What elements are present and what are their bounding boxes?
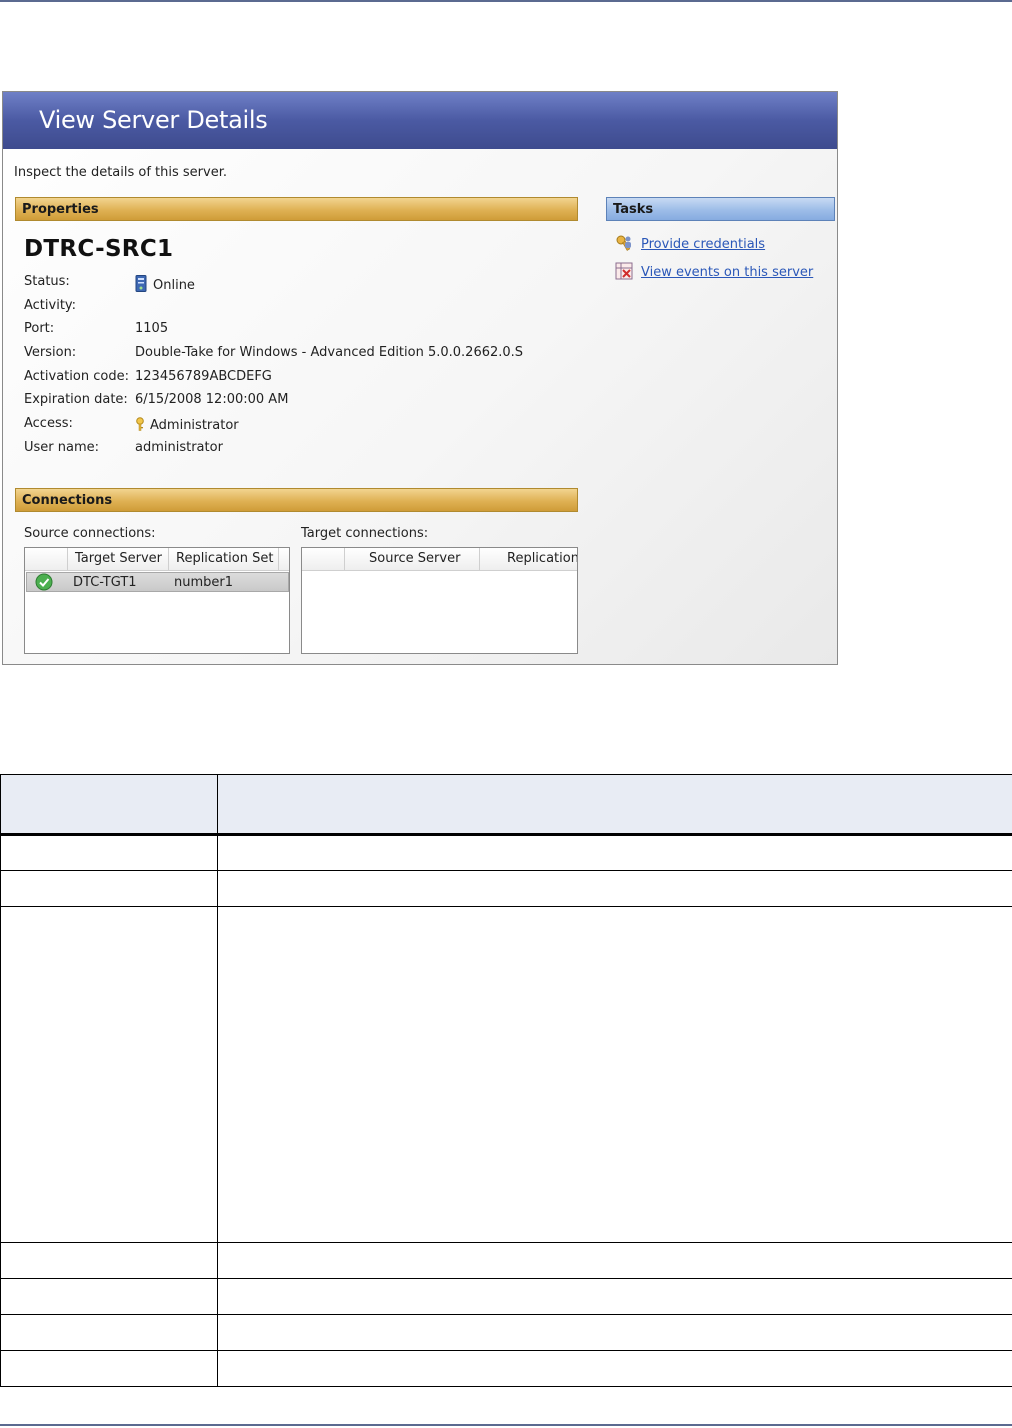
column-separator <box>278 548 279 570</box>
source-connections-label: Source connections: <box>24 526 156 541</box>
table-row <box>0 870 1012 907</box>
view-events-link[interactable]: View events on this server <box>641 265 813 280</box>
access-text: Administrator <box>150 418 239 433</box>
document-table <box>0 774 1012 1387</box>
window-header: View Server Details <box>3 92 837 149</box>
credentials-icon <box>616 235 631 251</box>
target-grid-header: Source Server Replication <box>302 548 577 571</box>
table-cell <box>217 1278 1012 1315</box>
port-label: Port: <box>24 321 55 336</box>
events-icon <box>615 262 633 280</box>
window-subtitle: Inspect the details of this server. <box>14 165 227 180</box>
expiration-date-value: 6/15/2008 12:00:00 AM <box>135 392 289 407</box>
table-header-cell <box>217 774 1012 836</box>
column-header-source-server[interactable]: Source Server <box>369 551 460 566</box>
user-name-value: administrator <box>135 440 223 455</box>
properties-header: Properties <box>15 197 578 221</box>
target-connections-grid[interactable]: Source Server Replication <box>301 547 578 654</box>
table-cell <box>0 1242 218 1279</box>
task-provide-credentials[interactable]: Provide credentials <box>615 234 765 252</box>
column-header-replication[interactable]: Replication <box>507 551 577 566</box>
version-label: Version: <box>24 345 77 360</box>
table-cell <box>0 1314 218 1351</box>
table-header-cell <box>0 774 218 836</box>
table-cell <box>217 1350 1012 1387</box>
activation-code-label: Activation code: <box>24 369 129 384</box>
column-separator <box>479 548 480 570</box>
table-header-row <box>0 774 1012 836</box>
table-row <box>0 1350 1012 1387</box>
table-row <box>0 1278 1012 1315</box>
column-separator <box>344 548 345 570</box>
task-view-events[interactable]: View events on this server <box>615 262 813 280</box>
table-row <box>0 1314 1012 1351</box>
user-name-label: User name: <box>24 440 100 455</box>
row-target-server: DTC-TGT1 <box>73 575 137 590</box>
page-top-rule <box>0 0 1012 2</box>
source-grid-header: Target Server Replication Set <box>25 548 289 571</box>
table-cell <box>0 870 218 907</box>
access-value: Administrator <box>135 417 239 433</box>
column-header-replication-set[interactable]: Replication Set <box>176 551 273 566</box>
row-replication-set: number1 <box>174 575 234 590</box>
access-label: Access: <box>24 416 73 431</box>
page-bottom-rule <box>0 1424 1012 1426</box>
table-row <box>0 1242 1012 1279</box>
table-row[interactable]: DTC-TGT1 number1 <box>26 572 289 592</box>
target-connections-label: Target connections: <box>301 526 429 541</box>
column-header-target-server[interactable]: Target Server <box>75 551 162 566</box>
connections-header: Connections <box>15 488 578 512</box>
table-cell <box>217 834 1012 871</box>
status-label: Status: <box>24 274 70 289</box>
provide-credentials-link[interactable]: Provide credentials <box>641 237 765 252</box>
column-separator <box>168 548 169 570</box>
table-row <box>0 834 1012 871</box>
view-server-details-window: View Server Details Inspect the details … <box>2 91 838 665</box>
table-cell <box>217 1314 1012 1351</box>
expiration-date-label: Expiration date: <box>24 392 128 407</box>
table-cell <box>217 870 1012 907</box>
table-cell <box>217 1242 1012 1279</box>
table-cell <box>0 1278 218 1315</box>
column-separator <box>67 548 68 570</box>
key-icon <box>136 417 144 431</box>
server-name: DTRC-SRC1 <box>24 236 174 262</box>
activity-label: Activity: <box>24 298 77 313</box>
green-check-icon <box>35 573 53 591</box>
status-text: Online <box>153 278 195 293</box>
window-title: View Server Details <box>39 106 268 134</box>
version-value: Double-Take for Windows - Advanced Editi… <box>135 345 524 360</box>
server-online-icon <box>135 275 147 292</box>
status-value: Online <box>135 275 195 293</box>
source-connections-grid[interactable]: Target Server Replication Set DTC-TGT1 n… <box>24 547 290 654</box>
table-cell <box>0 1350 218 1387</box>
table-row <box>0 906 1012 1243</box>
port-value: 1105 <box>135 321 169 336</box>
table-cell <box>0 906 218 1243</box>
table-cell <box>217 906 1012 1243</box>
tasks-header: Tasks <box>606 197 835 221</box>
activation-code-value: 123456789ABCDEFG <box>135 369 272 384</box>
table-cell <box>0 834 218 871</box>
